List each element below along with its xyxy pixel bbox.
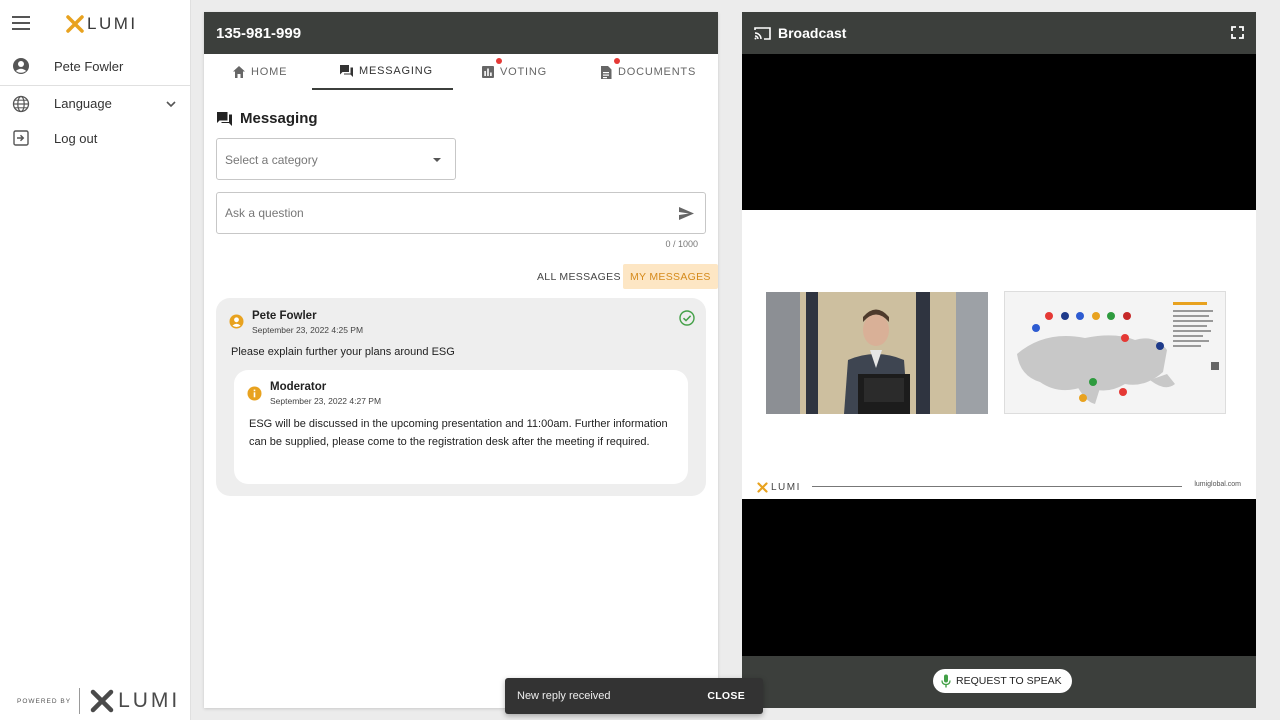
tab-messaging[interactable]: MESSAGING	[312, 54, 453, 90]
category-select[interactable]: Select a category	[216, 138, 456, 180]
slide-lumi-logo: LUMI	[757, 482, 801, 493]
message-text: Please explain further your plans around…	[231, 346, 455, 358]
home-icon	[233, 66, 245, 78]
check-circle-icon	[679, 310, 695, 326]
reply-author: Moderator	[270, 381, 327, 393]
globe-icon	[12, 95, 30, 113]
my-messages-button[interactable]: MY MESSAGES	[623, 264, 718, 289]
fullscreen-icon[interactable]	[1231, 26, 1244, 39]
snackbar-close-button[interactable]: CLOSE	[707, 690, 745, 702]
powered-by-divider	[79, 688, 81, 714]
microphone-icon	[941, 674, 951, 688]
world-map-image	[1005, 292, 1225, 413]
lumi-x-icon-footer	[90, 689, 114, 713]
lumi-x-icon	[66, 15, 84, 33]
tab-home[interactable]: HOME	[232, 54, 287, 90]
broadcast-footer: REQUEST TO SPEAK	[742, 656, 1256, 708]
tab-voting-label: VOTING	[500, 66, 547, 78]
question-field	[216, 192, 706, 234]
messaging-title: Messaging	[216, 110, 318, 127]
document-icon	[601, 65, 612, 79]
lumi-x-icon-slide	[757, 482, 768, 493]
message-card: Pete Fowler September 23, 2022 4:25 PM P…	[216, 298, 706, 496]
meeting-id: 135-981-999	[204, 12, 718, 54]
powered-by-label: POWERED BY	[17, 697, 72, 705]
dropdown-arrow-icon	[433, 158, 441, 162]
chevron-down-icon	[166, 101, 176, 108]
tab-messaging-label: MESSAGING	[359, 65, 433, 77]
video-stream[interactable]: LUMI lumiglobal.com	[742, 210, 1256, 499]
reply-date: September 23, 2022 4:27 PM	[270, 396, 382, 406]
user-avatar-icon	[229, 314, 244, 329]
sidebar-item-language[interactable]: Language	[0, 85, 191, 121]
slide-logo-text: LUMI	[771, 482, 801, 493]
message-author: Pete Fowler	[252, 310, 317, 322]
broadcast-panel: Broadcast LUMI lumiglobal.com REQUEST TO…	[742, 12, 1256, 708]
reply-card: Moderator September 23, 2022 4:27 PM ESG…	[234, 370, 688, 484]
snackbar: New reply received CLOSE	[505, 678, 763, 714]
cast-icon	[754, 26, 771, 40]
menu-icon[interactable]	[12, 14, 30, 32]
account-circle-icon	[13, 58, 29, 74]
question-input[interactable]	[217, 193, 657, 233]
logout-icon	[13, 130, 29, 146]
slide-divider	[812, 486, 1182, 487]
language-label: Language	[54, 96, 112, 111]
slide-url: lumiglobal.com	[1194, 481, 1241, 488]
messaging-title-text: Messaging	[240, 110, 318, 127]
tab-home-label: HOME	[251, 66, 288, 78]
logo-text: LUMI	[87, 14, 138, 33]
broadcast-header: Broadcast	[742, 12, 1256, 54]
sidebar-item-user[interactable]: Pete Fowler	[0, 48, 191, 84]
logout-label: Log out	[54, 130, 98, 146]
documents-badge	[614, 58, 620, 64]
sidebar-item-logout[interactable]: Log out	[0, 120, 191, 156]
forum-icon	[217, 111, 232, 126]
poll-icon	[482, 66, 494, 78]
powered-by-lumi: POWERED BY LUMI	[17, 688, 180, 714]
character-counter: 0 / 1000	[665, 239, 698, 249]
tab-bar: HOME MESSAGING VOTING DOCUMENTS	[204, 54, 718, 90]
slide-world-map	[1004, 291, 1226, 414]
broadcast-title: Broadcast	[778, 25, 847, 41]
tab-voting[interactable]: VOTING	[481, 54, 547, 90]
speaker-camera-feed	[766, 292, 988, 414]
powered-logo-text: LUMI	[118, 689, 181, 712]
info-icon	[247, 386, 262, 401]
all-messages-button[interactable]: ALL MESSAGES	[530, 264, 628, 289]
request-to-speak-label: REQUEST TO SPEAK	[956, 675, 1062, 687]
voting-badge	[496, 58, 502, 64]
tab-documents[interactable]: DOCUMENTS	[599, 54, 696, 90]
speaker-image	[766, 292, 988, 414]
reply-text: ESG will be discussed in the upcoming pr…	[249, 418, 668, 448]
user-name: Pete Fowler	[54, 58, 124, 74]
lumi-logo: LUMI	[66, 14, 138, 34]
category-select-value: Select a category	[225, 153, 318, 167]
send-icon[interactable]	[678, 206, 695, 221]
snackbar-text: New reply received	[517, 690, 611, 702]
messaging-panel: 135-981-999 HOME MESSAGING VOTING DOCUME…	[204, 12, 718, 708]
tab-documents-label: DOCUMENTS	[618, 66, 697, 78]
sidebar: LUMI Pete Fowler Language Log out POWERE…	[0, 0, 191, 720]
forum-icon	[340, 65, 353, 77]
request-to-speak-button[interactable]: REQUEST TO SPEAK	[933, 669, 1072, 693]
message-date: September 23, 2022 4:25 PM	[252, 325, 364, 335]
